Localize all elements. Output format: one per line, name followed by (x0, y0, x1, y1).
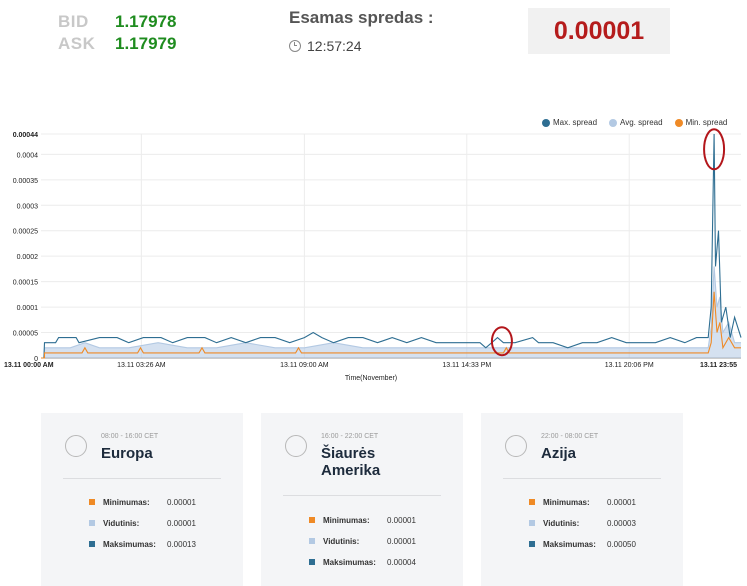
stat-value: 0.00001 (167, 518, 196, 528)
x-axis-title: Time(November) (345, 375, 397, 382)
x-tick-label: 13.11 23:55 (700, 362, 737, 369)
card-divider (63, 478, 221, 479)
current-time-value: 12:57:24 (307, 38, 362, 54)
stat-label: Vidutinis: (103, 518, 140, 528)
stat-value: 0.00013 (167, 539, 196, 549)
current-spread-value: 0.00001 (528, 8, 670, 54)
stat-row: Vidutinis: 0.00003 (529, 518, 636, 528)
stat-row: Minimumas: 0.00001 (529, 497, 636, 507)
session-hours: 16:00 - 22:00 CET (321, 433, 379, 440)
stat-value: 0.00050 (607, 539, 636, 549)
session-card: 22:00 - 08:00 CET Azija Minimumas: 0.00001 V… (481, 413, 683, 586)
card-divider (503, 478, 661, 479)
stat-value: 0.00001 (167, 497, 196, 507)
europe-region-icon (65, 435, 87, 457)
stat-value: 0.00004 (387, 557, 416, 567)
y-tick-label: 0.00025 (13, 229, 38, 236)
x-tick-label: 13.11 20:06 PM (605, 362, 654, 369)
bid-value: 1.17978 (115, 12, 177, 31)
stat-swatch (309, 559, 315, 565)
session-title: Europa (101, 445, 153, 462)
ask-value: 1.17979 (115, 34, 177, 53)
session-title: Azija (541, 445, 577, 462)
y-tick-label: 0.00035 (13, 178, 38, 185)
stat-swatch (89, 520, 95, 526)
y-tick-label: 0.0002 (17, 254, 39, 261)
stat-swatch (89, 541, 95, 547)
y-tick-label: 0.00005 (13, 331, 38, 338)
session-hours: 22:00 - 08:00 CET (541, 433, 599, 440)
stat-label: Minimumas: (103, 497, 150, 507)
stat-label: Maksimumas: (103, 539, 156, 549)
y-tick-label: 0.0004 (17, 152, 39, 159)
spread-chart: Max. spread Avg. spread Min. spread 0.00… (0, 118, 747, 388)
clock-icon (289, 40, 301, 52)
stat-label: Vidutinis: (543, 518, 580, 528)
ask-label: ASK (58, 34, 96, 53)
stat-swatch (529, 541, 535, 547)
stat-value: 0.00001 (387, 536, 416, 546)
session-card: 16:00 - 22:00 CET Šiaurės Amerika Minimuma… (261, 413, 463, 586)
current-spread-title: Esamas spredas : (289, 8, 434, 27)
stat-row: Vidutinis: 0.00001 (89, 518, 196, 528)
x-tick-label: 13.11 09:00 AM (280, 362, 329, 369)
max-spread-line (41, 133, 742, 359)
current-time: 12:57:24 (289, 38, 362, 54)
stat-row: Minimumas: 0.00001 (309, 515, 416, 525)
card-divider (283, 495, 441, 496)
stat-value: 0.00001 (387, 515, 416, 525)
y-tick-label: 0.0003 (17, 203, 39, 210)
y-tick-label: 0.00044 (13, 132, 38, 139)
stat-swatch (529, 499, 535, 505)
stat-value: 0.00001 (607, 497, 636, 507)
stat-row: Maksimumas: 0.00013 (89, 539, 196, 549)
avg-spread-line (41, 266, 741, 359)
stat-label: Maksimumas: (323, 557, 376, 567)
america-region-icon (285, 435, 307, 457)
stat-label: Maksimumas: (543, 539, 596, 549)
bid-label: BID (58, 12, 89, 31)
stat-swatch (309, 517, 315, 523)
stat-swatch (89, 499, 95, 505)
stat-label: Vidutinis: (323, 536, 360, 546)
asia-region-icon (505, 435, 527, 457)
stat-label: Minimumas: (323, 515, 370, 525)
session-hours: 08:00 - 16:00 CET (101, 433, 159, 440)
y-tick-label: 0.0001 (17, 305, 39, 312)
chart-plot: 0.00044 0.0004 0.00035 0.0003 0.00025 0.0002 0… (4, 128, 742, 382)
session-card: 08:00 - 16:00 CET Europa Minimumas: 0.00001… (41, 413, 243, 586)
stat-swatch (309, 538, 315, 544)
y-tick-label: 0.00015 (13, 280, 38, 287)
stat-label: Minimumas: (543, 497, 590, 507)
stat-row: Vidutinis: 0.00001 (309, 536, 416, 546)
stat-row: Minimumas: 0.00001 (89, 497, 196, 507)
x-tick-label: 13.11 00:00 AM (4, 362, 54, 369)
x-tick-label: 13.11 03:26 AM (117, 362, 166, 369)
stat-value: 0.00003 (607, 518, 636, 528)
stat-row: Maksimumas: 0.00004 (309, 557, 416, 567)
x-tick-label: 13.11 14:33 PM (442, 362, 491, 369)
stat-row: Maksimumas: 0.00050 (529, 539, 636, 549)
stat-swatch (529, 520, 535, 526)
session-title: Šiaurės Amerika (321, 445, 381, 479)
